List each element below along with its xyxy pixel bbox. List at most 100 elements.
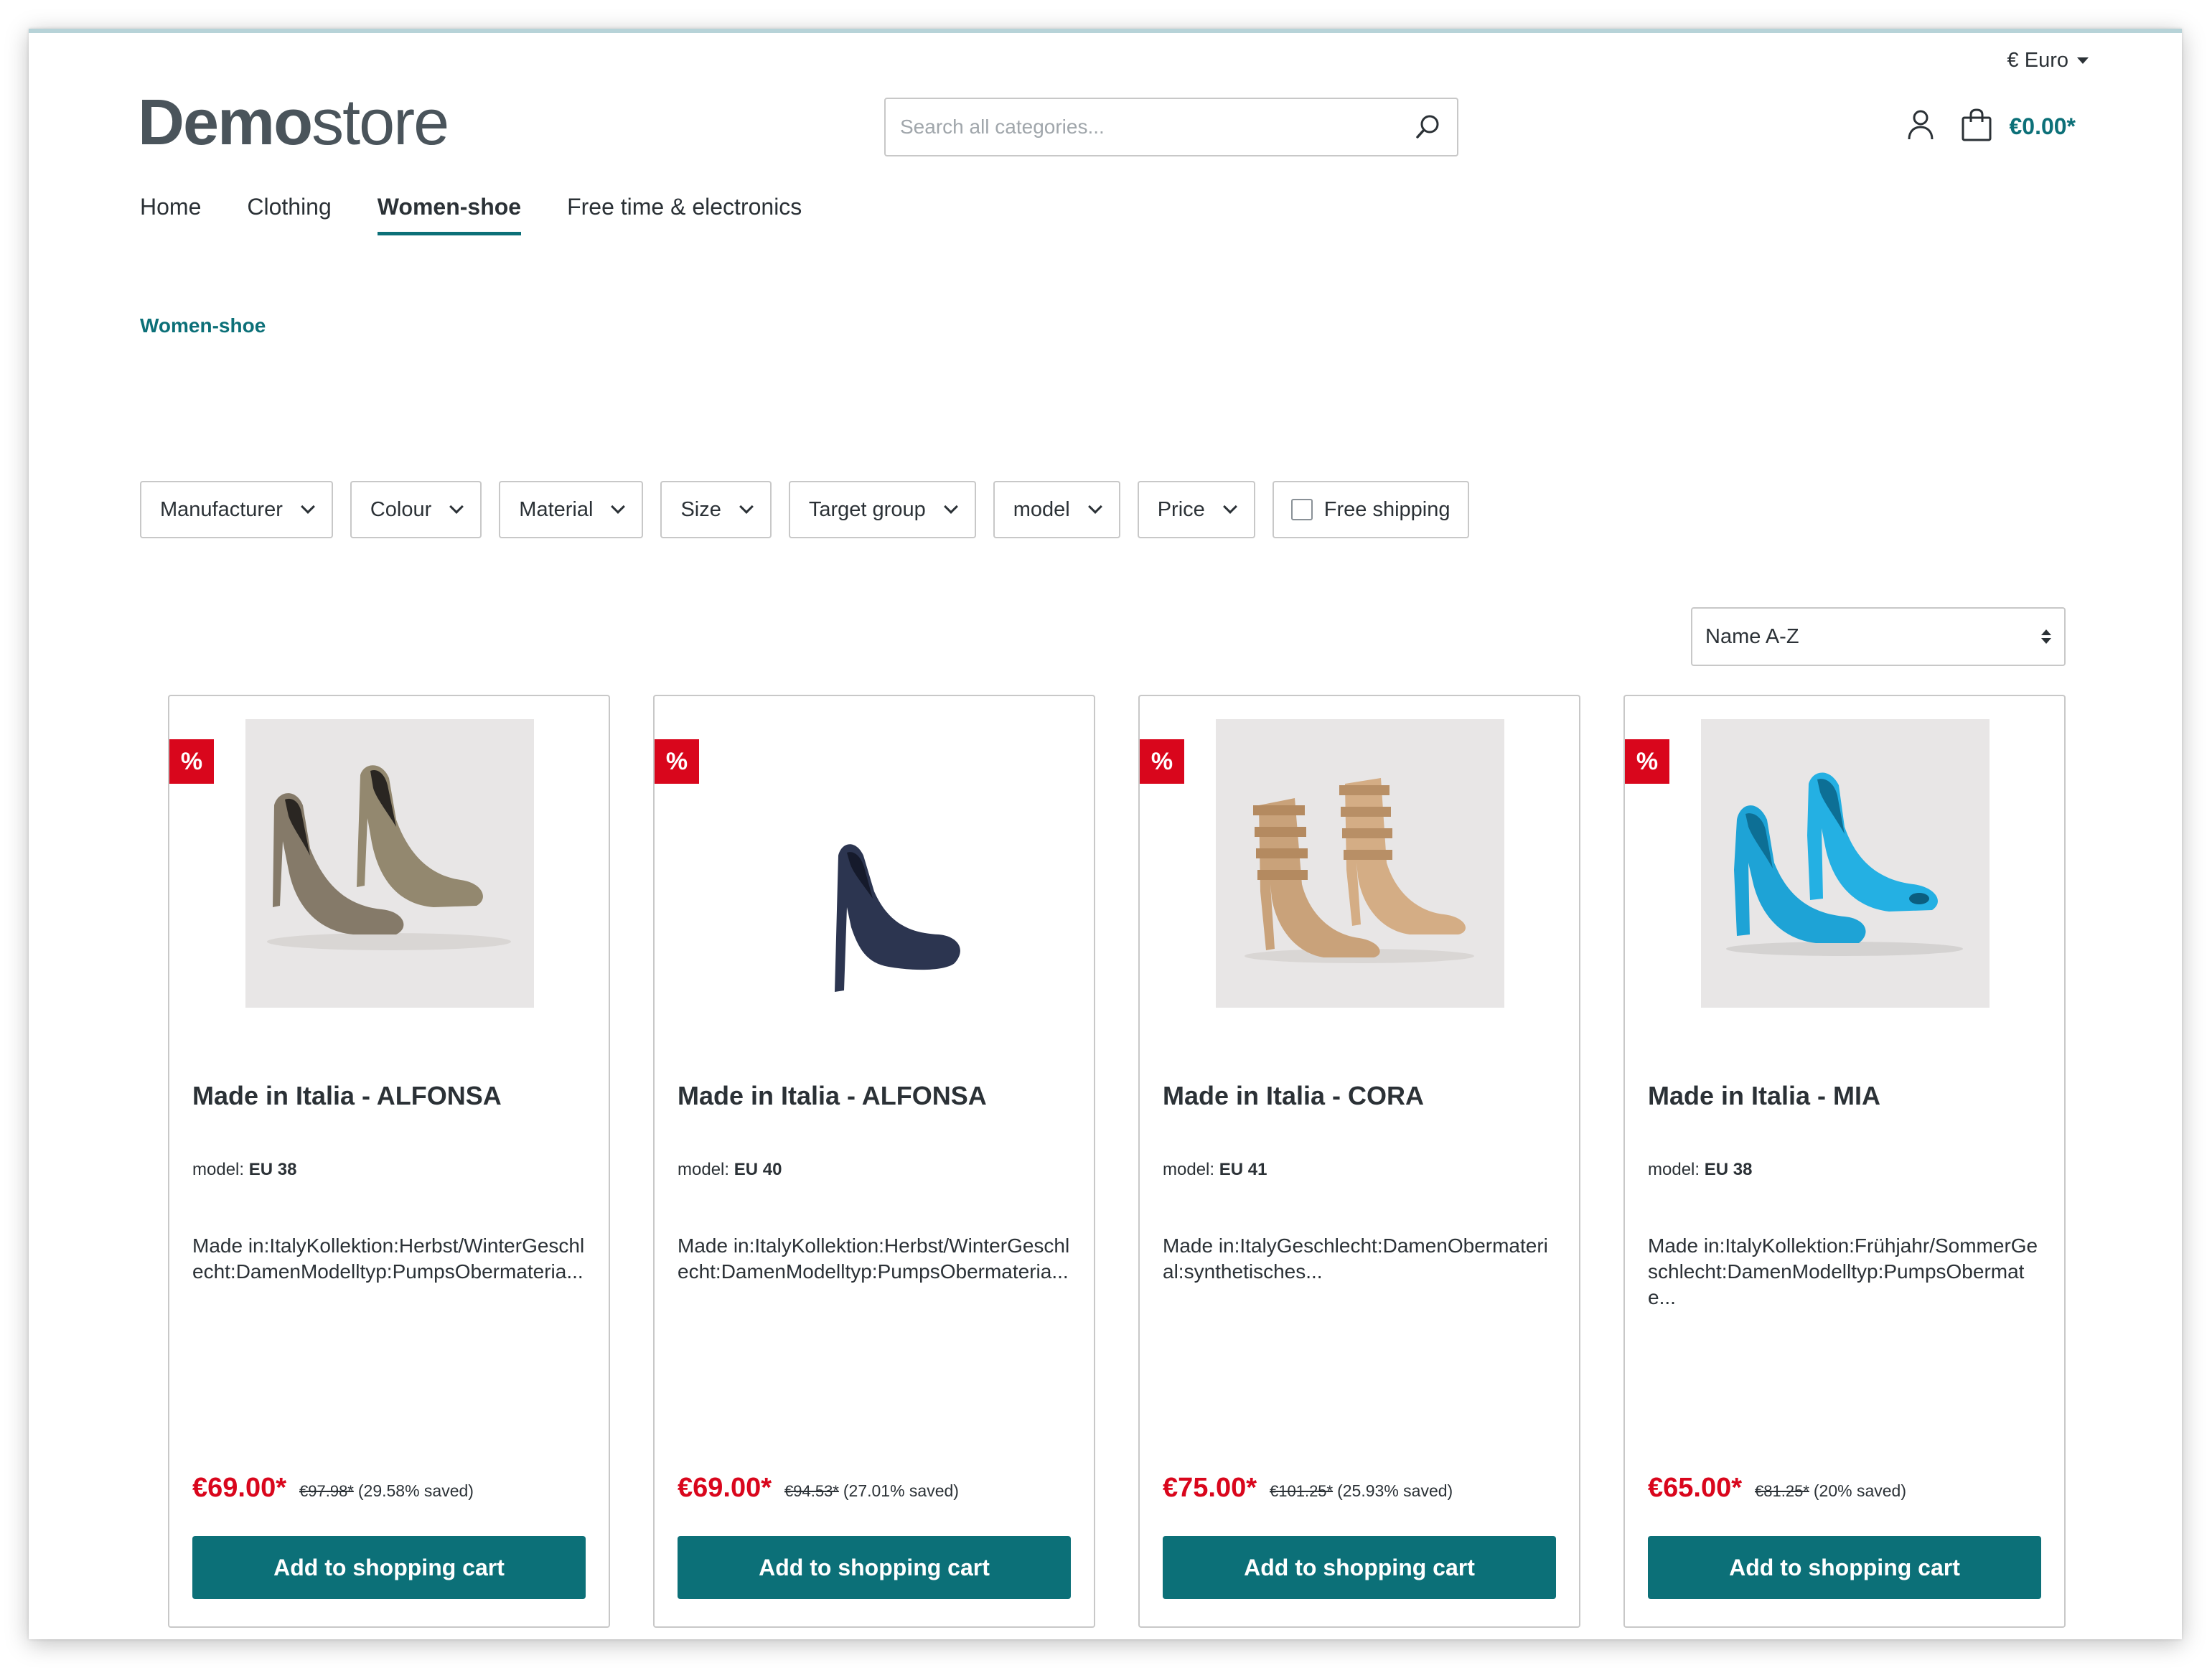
product-name[interactable]: Made in Italia - CORA: [1163, 1081, 1565, 1111]
shopping-bag-icon: [1960, 108, 1993, 146]
filter-label: Manufacturer: [160, 497, 283, 521]
filter-label: Size: [680, 497, 721, 521]
filter-target-group[interactable]: Target group: [788, 481, 976, 538]
product-pricing: €75.00* €101.25* (25.93% saved): [1163, 1473, 1453, 1504]
filter-label: model: [1013, 497, 1070, 521]
model-value: EU 41: [1219, 1160, 1267, 1179]
model-value: EU 40: [734, 1160, 782, 1179]
product-card[interactable]: % Made in Italia - ALFONSA model: EU 38 …: [168, 695, 610, 1628]
product-image[interactable]: [1216, 719, 1504, 1008]
product-pricing: €69.00* €97.98* (29.58% saved): [192, 1473, 474, 1504]
product-description: Made in:ItalyGeschlecht:DamenObermateria…: [1163, 1234, 1548, 1283]
free-shipping-checkbox[interactable]: [1290, 499, 1313, 520]
filter-model[interactable]: model: [993, 481, 1120, 538]
sale-price: €69.00*: [678, 1473, 772, 1503]
model-label: model:: [1163, 1160, 1215, 1179]
chevron-down-icon: [449, 500, 464, 514]
caret-down-icon: [2077, 57, 2089, 64]
saved-percent: (27.01% saved): [843, 1481, 959, 1500]
logo-light-text: store: [311, 87, 449, 159]
discount-badge: %: [1140, 739, 1184, 784]
product-name[interactable]: Made in Italia - ALFONSA: [678, 1081, 1079, 1111]
free-shipping-label: Free shipping: [1323, 497, 1451, 521]
filter-size[interactable]: Size: [660, 481, 772, 538]
product-pricing: €69.00* €94.53* (27.01% saved): [678, 1473, 959, 1504]
chevron-down-icon: [1222, 500, 1237, 514]
product-pricing: €65.00* €81.25* (20% saved): [1648, 1473, 1906, 1504]
filter-label: Target group: [808, 497, 926, 521]
store-logo[interactable]: Demostore: [138, 90, 449, 155]
nav-item-home[interactable]: Home: [140, 194, 201, 235]
filter-manufacturer[interactable]: Manufacturer: [140, 481, 333, 538]
add-to-cart-button[interactable]: Add to shopping cart: [1648, 1536, 2041, 1599]
browser-window: € Euro Demostore Search all categories..…: [29, 29, 2182, 1639]
sale-price: €75.00*: [1163, 1473, 1257, 1503]
breadcrumb[interactable]: Women-shoe: [140, 314, 266, 337]
filter-price[interactable]: Price: [1137, 481, 1255, 538]
product-card[interactable]: % Made in Italia - CORA model: EU 41 Mad…: [1138, 695, 1580, 1628]
product-model: model: EU 38: [192, 1160, 296, 1180]
product-model: model: EU 40: [678, 1160, 782, 1180]
main-navigation: Home Clothing Women-shoe Free time & ele…: [140, 194, 802, 235]
saved-percent: (20% saved): [1813, 1481, 1906, 1500]
search-bar: [884, 98, 1458, 156]
model-value: EU 38: [248, 1160, 297, 1179]
old-price: €101.25*: [1270, 1482, 1334, 1500]
currency-selector[interactable]: € Euro: [2007, 49, 2089, 72]
model-value: EU 38: [1704, 1160, 1753, 1179]
header-actions: €0.00*: [1906, 108, 2076, 146]
product-name[interactable]: Made in Italia - ALFONSA: [192, 1081, 594, 1111]
product-description: Made in:ItalyKollektion:Frühjahr/SommerG…: [1648, 1234, 2038, 1308]
saved-percent: (29.58% saved): [357, 1481, 474, 1500]
product-image[interactable]: [1701, 719, 1990, 1008]
product-description: Made in:ItalyKollektion:Herbst/WinterGes…: [678, 1234, 1070, 1283]
old-price: €97.98*: [299, 1482, 354, 1500]
logo-bold-text: Demo: [138, 87, 313, 159]
select-arrows-icon: [2041, 629, 2051, 644]
chevron-down-icon: [943, 500, 958, 514]
product-image[interactable]: [731, 719, 1019, 1008]
model-label: model:: [678, 1160, 730, 1179]
nav-item-free-time-electronics[interactable]: Free time & electronics: [567, 194, 802, 235]
search-icon[interactable]: [1400, 99, 1457, 155]
product-card[interactable]: % Made in Italia - ALFONSA model: EU 40 …: [653, 695, 1095, 1628]
product-model: model: EU 38: [1648, 1160, 1752, 1180]
model-label: model:: [1648, 1160, 1700, 1179]
beige-strappy-heels-image: [1245, 778, 1474, 963]
discount-badge: %: [655, 739, 699, 784]
filter-label: Price: [1157, 497, 1205, 521]
model-label: model:: [192, 1160, 245, 1179]
nav-item-clothing[interactable]: Clothing: [247, 194, 331, 235]
cart-total: €0.00*: [2009, 113, 2076, 139]
sort-select[interactable]: Name A-Z: [1691, 607, 2066, 666]
search-input[interactable]: [886, 99, 1400, 155]
currency-label: € Euro: [2007, 49, 2068, 72]
cart-button[interactable]: €0.00*: [1960, 108, 2076, 146]
filter-label: Colour: [370, 497, 432, 521]
filter-label: Material: [519, 497, 594, 521]
product-image[interactable]: [245, 719, 534, 1008]
product-card[interactable]: % Made in Italia - MIA model: EU 38 Made…: [1623, 695, 2066, 1628]
taupe-suede-pumps-image: [267, 765, 511, 950]
chevron-down-icon: [611, 500, 626, 514]
discount-badge: %: [169, 739, 214, 784]
add-to-cart-button[interactable]: Add to shopping cart: [1163, 1536, 1556, 1599]
add-to-cart-button[interactable]: Add to shopping cart: [678, 1536, 1071, 1599]
saved-percent: (25.93% saved): [1337, 1481, 1453, 1500]
account-icon[interactable]: [1906, 108, 1936, 145]
discount-badge: %: [1625, 739, 1669, 784]
old-price: €94.53*: [784, 1482, 839, 1500]
product-description: Made in:ItalyKollektion:Herbst/WinterGes…: [192, 1234, 585, 1283]
sale-price: €65.00*: [1648, 1473, 1743, 1503]
navy-pump-image: [835, 844, 960, 992]
chevron-down-icon: [300, 500, 315, 514]
filter-material[interactable]: Material: [499, 481, 644, 538]
filter-free-shipping[interactable]: Free shipping: [1272, 481, 1469, 538]
chevron-down-icon: [739, 500, 754, 514]
blue-peep-toe-pumps-image: [1726, 772, 1963, 956]
add-to-cart-button[interactable]: Add to shopping cart: [192, 1536, 586, 1599]
filter-colour[interactable]: Colour: [350, 481, 482, 538]
chevron-down-icon: [1087, 500, 1102, 514]
product-name[interactable]: Made in Italia - MIA: [1648, 1081, 2050, 1111]
nav-item-women-shoe[interactable]: Women-shoe: [377, 194, 522, 235]
